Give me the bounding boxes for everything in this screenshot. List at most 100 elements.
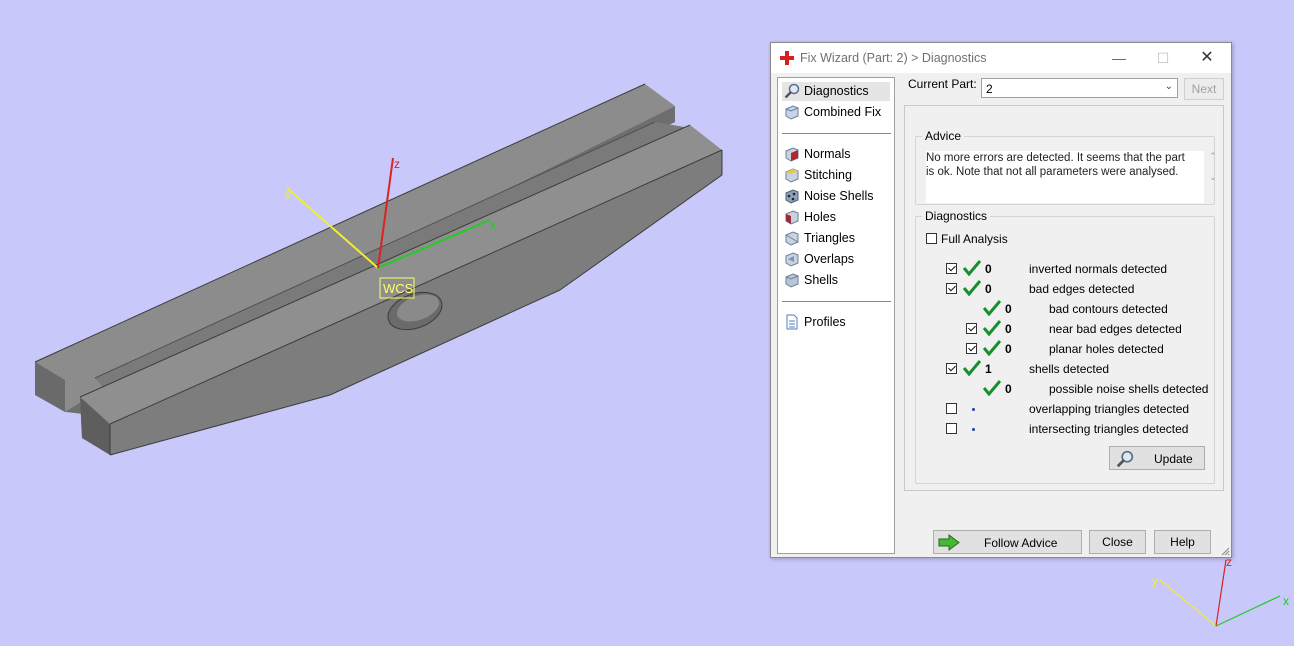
full-analysis-label: Full Analysis [941,232,1008,246]
nav-item-normals[interactable]: Normals [782,145,890,164]
nav-label: Holes [804,210,836,224]
planar-holes-label: planar holes detected [1049,342,1164,356]
diagnostics-group: Diagnostics Full Analysis 0 inverted nor… [915,209,1215,484]
advice-line-1: No more errors are detected. It seems th… [926,152,1185,164]
title-bar[interactable]: Fix Wizard (Part: 2) > Diagnostics — ☐ ✕ [771,43,1231,73]
current-part-select[interactable]: 2 ⌄ [981,78,1178,98]
not-analysed-dot-icon [972,428,975,431]
wcs-label: WCS [383,281,414,296]
planar-holes-count: 0 [1005,342,1012,356]
green-check-icon [983,300,1001,316]
green-check-icon [983,340,1001,356]
document-icon [786,314,798,330]
nav-label: Stitching [804,168,852,182]
advice-line-2: is ok. Note that not all parameters were… [926,166,1179,178]
nav-item-holes[interactable]: Holes [782,208,890,227]
advice-text: No more errors are detected. It seems th… [926,151,1204,203]
nav-label: Triangles [804,231,855,245]
bad-contours-count: 0 [1005,302,1012,316]
nav-item-profiles[interactable]: Profiles [782,313,890,332]
follow-advice-button[interactable]: Follow Advice [933,530,1082,554]
minimize-button[interactable]: — [1097,43,1141,73]
intersecting-triangles-label: intersecting triangles detected [1029,422,1189,436]
normals-cube-icon [785,147,799,162]
bad-edges-label: bad edges detected [1029,282,1135,296]
update-label: Update [1154,452,1193,466]
resize-grip-icon[interactable] [1220,546,1230,556]
chevron-down-icon: ⌄ [1164,81,1173,92]
green-check-icon [963,360,981,376]
magnifier-icon [784,83,800,99]
overlapping-triangles-label: overlapping triangles detected [1029,402,1190,416]
green-check-icon [963,280,981,296]
overlaps-cube-icon [785,252,799,267]
fix-wizard-dialog: Fix Wizard (Part: 2) > Diagnostics — ☐ ✕… [770,42,1232,558]
nav-item-diagnostics[interactable]: Diagnostics [782,82,890,101]
maximize-button[interactable]: ☐ [1141,43,1185,73]
axis-z-label: z [394,157,400,171]
planar-holes-checkbox[interactable] [966,343,977,354]
nav-item-stitching[interactable]: Stitching [782,166,890,185]
shells-count: 1 [985,362,992,376]
nav-label: Normals [804,147,851,161]
current-part-value: 2 [986,82,993,96]
wizard-nav: Diagnostics Combined Fix Normals Stitchi… [777,77,895,554]
overlapping-triangles-checkbox[interactable] [946,403,957,414]
follow-advice-label: Follow Advice [984,536,1058,550]
full-analysis-checkbox[interactable] [926,233,937,244]
nav-label: Profiles [804,315,846,329]
nav-item-overlaps[interactable]: Overlaps [782,250,890,269]
near-bad-edges-count: 0 [1005,322,1012,336]
mini-axis-y-label: y [1152,574,1158,588]
inverted-normals-checkbox[interactable] [946,263,957,274]
nav-separator [782,301,891,302]
near-bad-edges-label: near bad edges detected [1049,322,1182,336]
intersecting-triangles-checkbox[interactable] [946,423,957,434]
close-window-button[interactable]: ✕ [1185,43,1229,73]
window-title: Fix Wizard (Part: 2) > Diagnostics [800,51,987,65]
noise-shells-icon [785,189,799,204]
nav-item-shells[interactable]: Shells [782,271,890,290]
inverted-normals-label: inverted normals detected [1029,262,1168,276]
current-part-label: Current Part: [908,77,977,91]
shells-label: shells detected [1029,362,1110,376]
advice-legend: Advice [925,129,962,143]
green-check-icon [983,320,1001,336]
bad-edges-count: 0 [985,282,992,296]
nav-separator [782,133,891,134]
diagnostics-legend: Diagnostics [925,209,988,223]
part-model[interactable] [34,83,723,456]
holes-cube-icon [785,210,799,225]
noise-shells-count: 0 [1005,382,1012,396]
green-arrow-right-icon [938,534,960,551]
noise-shells-label: possible noise shells detected [1049,382,1209,396]
nav-label: Noise Shells [804,189,874,203]
axis-x-label: x [490,218,496,232]
near-bad-edges-checkbox[interactable] [966,323,977,334]
nav-item-combined-fix[interactable]: Combined Fix [782,103,890,122]
nav-label: Shells [804,273,839,287]
advice-scrollbar[interactable]: ⌃ ⌄ [1206,151,1220,201]
nav-label: Combined Fix [804,105,882,119]
nav-item-triangles[interactable]: Triangles [782,229,890,248]
stitching-cube-icon [785,168,799,183]
nav-item-noise-shells[interactable]: Noise Shells [782,187,890,206]
mini-axis-x-label: x [1283,594,1289,608]
green-check-icon [983,380,1001,396]
red-cross-icon [780,51,794,65]
diagnostics-panel: Advice No more errors are detected. It s… [904,105,1224,491]
nav-label: Overlaps [804,252,855,266]
update-button[interactable]: Update [1109,446,1205,470]
cube-icon [785,105,799,120]
help-button[interactable]: Help [1154,530,1211,554]
advice-group: Advice No more errors are detected. It s… [915,129,1217,205]
next-button[interactable]: Next [1184,78,1224,100]
inverted-normals-count: 0 [985,262,992,276]
magnifier-icon [1116,450,1134,468]
not-analysed-dot-icon [972,408,975,411]
shells-cube-icon [785,273,799,288]
triangles-cube-icon [785,231,799,246]
shells-checkbox[interactable] [946,363,957,374]
close-button[interactable]: Close [1089,530,1146,554]
bad-edges-checkbox[interactable] [946,283,957,294]
